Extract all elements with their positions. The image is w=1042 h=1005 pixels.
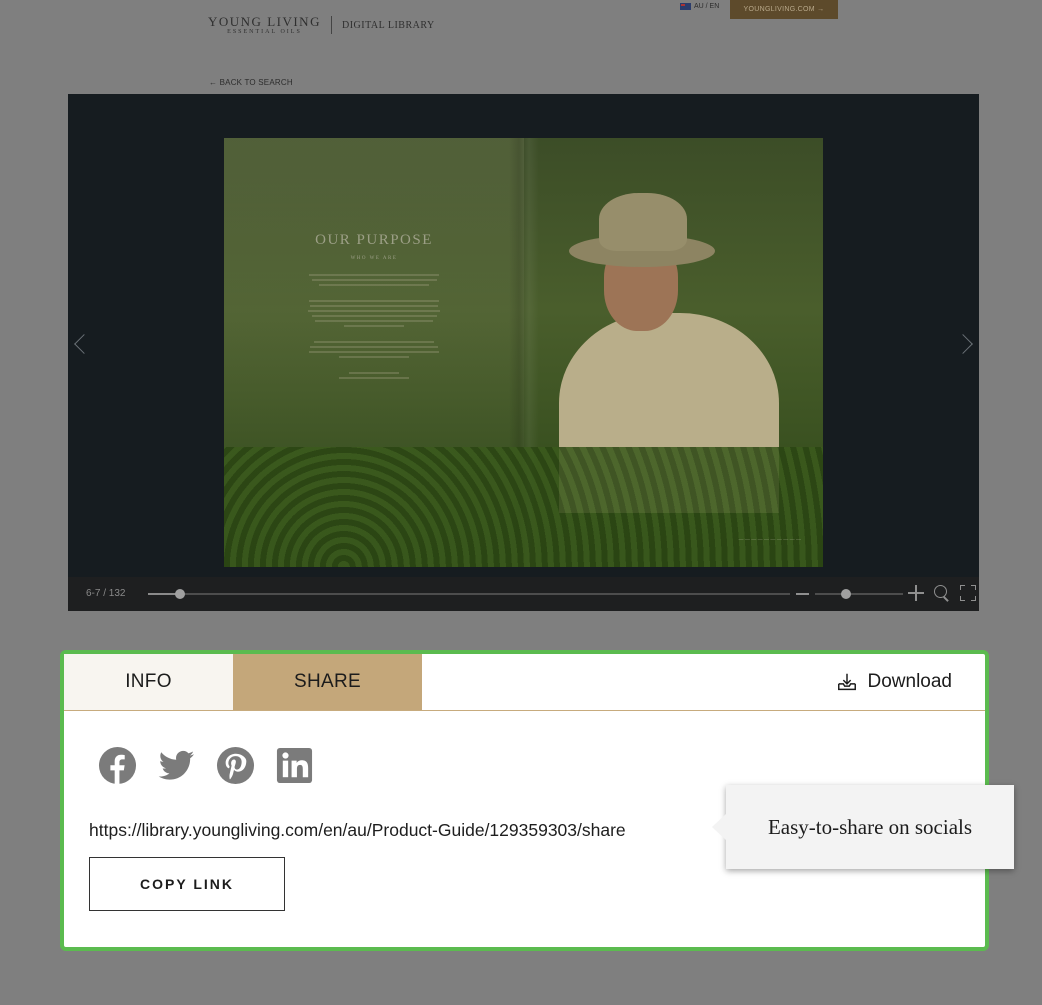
zoom-slider-handle[interactable] [840,589,851,599]
purpose-heading: OUR PURPOSE [315,232,433,248]
previous-page-arrow-icon[interactable] [74,334,94,354]
younglivingcom-button[interactable]: YOUNGLIVING.COM → [730,0,838,19]
photo-credit: — — — — — — — — — — [738,537,801,543]
linkedin-icon[interactable] [275,746,314,785]
download-button[interactable]: Download [836,654,953,710]
social-share-icons [98,746,314,785]
page-slider-handle[interactable] [175,589,186,599]
search-icon[interactable] [934,585,950,601]
logo-wordmark: YOUNG LIVING [208,14,321,29]
back-to-search-link[interactable]: ← BACK TO SEARCH [209,78,293,87]
locale-label: AU / EN [694,3,720,10]
page-slider[interactable] [148,589,790,599]
download-icon [837,673,856,691]
locale-selector[interactable]: AU / EN [680,3,719,10]
share-callout-tooltip: Easy-to-share on socials [712,785,1014,869]
facebook-icon[interactable] [98,746,137,785]
tab-share[interactable]: SHARE [233,654,422,710]
zoom-out-icon[interactable] [796,593,809,595]
viewer-controls: 6-7 / 132 [68,577,979,611]
purpose-text-block: OUR PURPOSE WHO WE ARE [284,232,464,382]
australia-flag-icon [680,3,691,10]
download-label: Download [867,671,953,692]
next-page-arrow-icon[interactable] [953,334,973,354]
flipbook-viewer: OUR PURPOSE WHO WE ARE — — — — — — — — —… [68,94,979,611]
tab-info[interactable]: INFO [64,654,233,710]
pinterest-icon[interactable] [216,746,255,785]
digital-library-title: DIGITAL LIBRARY [341,19,435,31]
young-living-logo[interactable]: YOUNG LIVING ESSENTIAL OILS [208,15,321,35]
zoom-slider[interactable] [815,589,903,599]
zoom-in-icon[interactable] [908,585,924,601]
share-url-text[interactable]: https://library.youngliving.com/en/au/Pr… [89,820,626,841]
page-indicator: 6-7 / 132 [86,588,126,599]
header-divider [330,16,332,34]
brand-header: YOUNG LIVING ESSENTIAL OILS DIGITAL LIBR… [208,8,435,42]
fullscreen-icon[interactable] [960,585,976,601]
page-spread: OUR PURPOSE WHO WE ARE — — — — — — — — —… [224,138,823,567]
crop-foliage [224,447,823,567]
twitter-icon[interactable] [157,746,196,785]
logo-tagline: ESSENTIAL OILS [227,29,302,35]
copy-link-button[interactable]: COPY LINK [89,857,285,911]
panel-tabs: INFO SHARE Download [64,654,985,711]
